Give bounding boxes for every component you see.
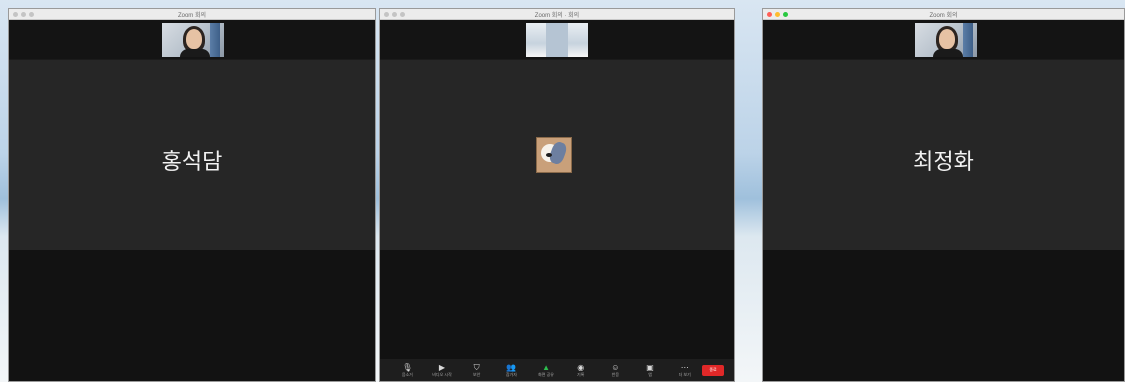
right-zoom-window: Zoom 회의 최정화	[762, 8, 1125, 382]
meeting-toolbar: 🎙 음소거 ▶ 비디오 시작 ⛉ 보안 👥 참가자 ▲ 화면 공유 ◉ 기록 ☺ 반응 ▣ 앱 ⋯ 더 보기 종료	[380, 359, 734, 381]
title-bar: Zoom 회의 · 회의	[380, 9, 734, 20]
toolbar-button-label: 화면 공유	[538, 371, 554, 377]
title-bar: Zoom 회의	[9, 9, 375, 20]
apps-icon: ▣	[646, 362, 654, 372]
thumbnail-strip	[763, 20, 1124, 59]
end-meeting-button[interactable]: 종료	[702, 364, 724, 376]
microphone-icon: 🎙	[402, 362, 413, 372]
toolbar-button-participants[interactable]: 👥 참가자	[494, 360, 529, 380]
toolbar-button-microphone[interactable]: 🎙 음소거	[390, 360, 425, 380]
toolbar-button-apps[interactable]: ▣ 앱	[633, 360, 668, 380]
toolbar-button-share-screen[interactable]: ▲ 화면 공유	[529, 360, 564, 380]
main-video-area[interactable]: 홍석담	[9, 60, 375, 250]
toolbar-button-label: 앱	[648, 371, 652, 377]
participants-icon: 👥	[506, 362, 517, 372]
window-title: Zoom 회의	[929, 13, 958, 19]
toolbar-button-video[interactable]: ▶ 비디오 시작	[425, 360, 460, 380]
security-icon: ⛉	[473, 362, 480, 372]
thumbnail-strip	[380, 20, 734, 59]
window-title: Zoom 회의	[177, 13, 207, 19]
toolbar-button-label: 비디오 시작	[432, 371, 452, 377]
video-icon: ▶	[438, 362, 446, 372]
toolbar-button-label: 참가자	[505, 371, 517, 377]
empty-area	[9, 250, 375, 381]
participant-video-thumbnail[interactable]	[162, 23, 224, 57]
thumbnail-strip	[9, 20, 375, 59]
toolbar-button-security[interactable]: ⛉ 보안	[459, 360, 494, 380]
share-screen-icon: ▲	[542, 362, 550, 372]
main-video-area[interactable]	[380, 60, 734, 250]
toolbar-button-record[interactable]: ◉ 기록	[563, 360, 598, 380]
toolbar-button-label: 더 보기	[678, 371, 691, 377]
toolbar-button-label: 음소거	[401, 371, 413, 377]
center-zoom-window: Zoom 회의 · 회의 🎙 음소거 ▶ 비디오 시작 ⛉ 보안 👥 참가자 ▲ 화면 공유 ◉ 기록…	[379, 8, 735, 382]
toolbar-button-label: 기록	[577, 371, 585, 377]
self-video-thumbnail[interactable]	[526, 23, 588, 57]
more-icon: ⋯	[680, 362, 689, 372]
title-bar: Zoom 회의	[763, 9, 1124, 20]
participant-name: 홍석담	[161, 150, 223, 175]
left-zoom-window: Zoom 회의 홍석담	[8, 8, 376, 382]
toolbar-button-label: 반응	[611, 371, 620, 377]
participant-name: 최정화	[913, 150, 974, 175]
toolbar-button-label: 보안	[472, 371, 481, 377]
participant-video-thumbnail[interactable]	[915, 23, 977, 57]
main-video-area[interactable]: 최정화	[763, 60, 1124, 250]
reactions-icon: ☺	[611, 362, 620, 372]
empty-area	[763, 250, 1124, 381]
toolbar-button-more[interactable]: ⋯ 더 보기	[667, 360, 702, 380]
toolbar-button-reactions[interactable]: ☺ 반응	[598, 360, 633, 380]
record-icon: ◉	[577, 362, 585, 372]
window-title: Zoom 회의 · 회의	[534, 13, 580, 19]
participant-avatar	[536, 137, 572, 173]
